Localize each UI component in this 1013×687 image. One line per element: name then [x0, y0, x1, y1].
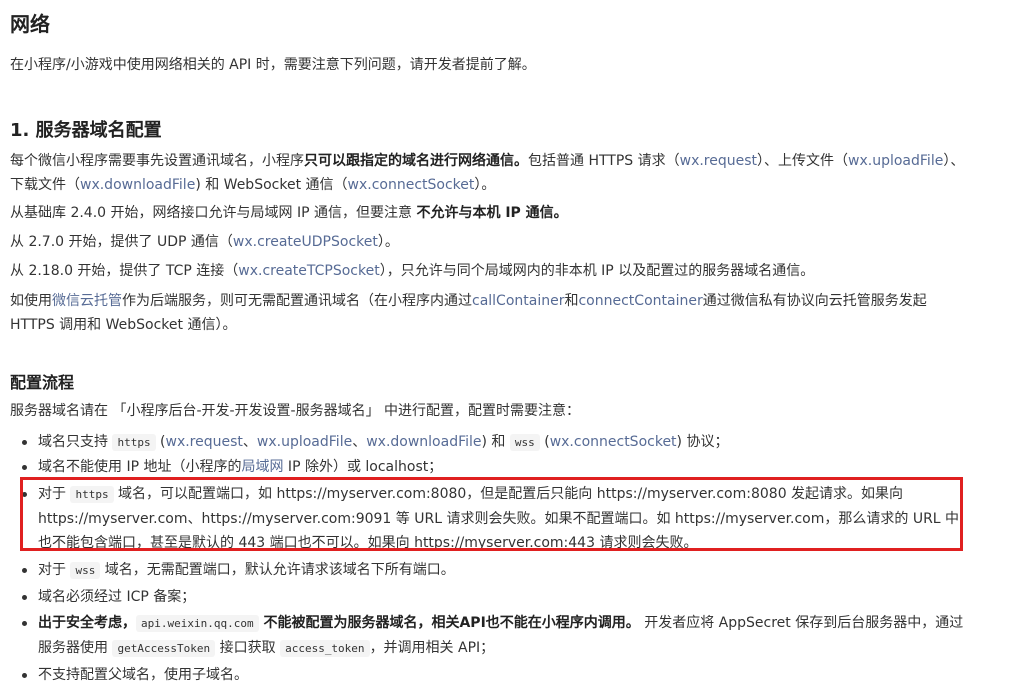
bullet-icon: [22, 440, 27, 445]
config-rules-list: 域名只支持 https (wx.request、wx.uploadFile、wx…: [10, 430, 970, 687]
list-item: 出于安全考虑， api.weixin.qq.com 不能被配置为服务器域名，相关A…: [10, 611, 970, 661]
bullet-icon: [22, 492, 27, 497]
link-wx-connectsocket[interactable]: wx.connectSocket: [550, 434, 677, 450]
link-connectcontainer[interactable]: connectContainer: [578, 293, 702, 309]
list-item: 域名不能使用 IP 地址（小程序的局域网 IP 除外）或 localhost；: [10, 455, 970, 479]
bullet-icon: [22, 465, 27, 470]
list-item: 对于 wss 域名，无需配置端口，默认允许请求该域名下所有端口。: [10, 558, 970, 583]
page-title: 网络: [10, 12, 50, 36]
link-wx-createudpsocket[interactable]: wx.createUDPSocket: [233, 234, 378, 250]
link-cloud-hosting[interactable]: 微信云托管: [52, 293, 122, 309]
list-item: 域名必须经过 ICP 备案；: [10, 585, 970, 609]
link-callcontainer[interactable]: callContainer: [472, 293, 564, 309]
section-heading-config-flow: 配置流程: [10, 373, 75, 392]
link-lan[interactable]: 局域网: [241, 459, 283, 475]
paragraph-cloud-hosting: 如使用微信云托管作为后端服务，则可无需配置通讯域名（在小程序内通过callCon…: [10, 293, 927, 333]
link-wx-uploadfile[interactable]: wx.uploadFile: [848, 153, 943, 169]
bullet-icon: [22, 673, 27, 678]
link-wx-downloadfile[interactable]: wx.downloadFile: [80, 177, 195, 193]
list-item: 域名只支持 https (wx.request、wx.uploadFile、wx…: [10, 430, 970, 455]
list-item: 不支持配置父域名，使用子域名。: [10, 663, 970, 687]
bullet-icon: [22, 595, 27, 600]
link-wx-createtcpsocket[interactable]: wx.createTCPSocket: [238, 263, 379, 279]
intro-paragraph: 在小程序/小游戏中使用网络相关的 API 时，需要注意下列问题，请开发者提前了解…: [10, 57, 536, 73]
paragraph-domain-requirement: 每个微信小程序需要事先设置通讯域名，小程序只可以跟指定的域名进行网络通信。包括普…: [10, 153, 965, 193]
link-wx-downloadfile[interactable]: wx.downloadFile: [366, 434, 481, 450]
paragraph-lan-ip: 从基础库 2.4.0 开始，网络接口允许与局域网 IP 通信，但要注意 不允许与…: [10, 205, 568, 221]
link-wx-request[interactable]: wx.request: [166, 434, 243, 450]
section-heading-domain-config: 1. 服务器域名配置: [10, 120, 162, 141]
link-wx-request[interactable]: wx.request: [680, 153, 757, 169]
paragraph-tcp: 从 2.18.0 开始，提供了 TCP 连接（wx.createTCPSocke…: [10, 263, 815, 279]
bullet-icon: [22, 568, 27, 573]
config-flow-intro: 服务器域名请在 「小程序后台-开发-开发设置-服务器域名」 中进行配置，配置时需…: [10, 403, 581, 419]
bullet-icon: [22, 621, 27, 626]
paragraph-udp: 从 2.7.0 开始，提供了 UDP 通信（wx.createUDPSocket…: [10, 234, 399, 250]
list-item: 对于 https 域名，可以配置端口，如 https://myserver.co…: [10, 482, 970, 555]
link-wx-uploadfile[interactable]: wx.uploadFile: [257, 434, 352, 450]
link-wx-connectsocket[interactable]: wx.connectSocket: [348, 177, 475, 193]
